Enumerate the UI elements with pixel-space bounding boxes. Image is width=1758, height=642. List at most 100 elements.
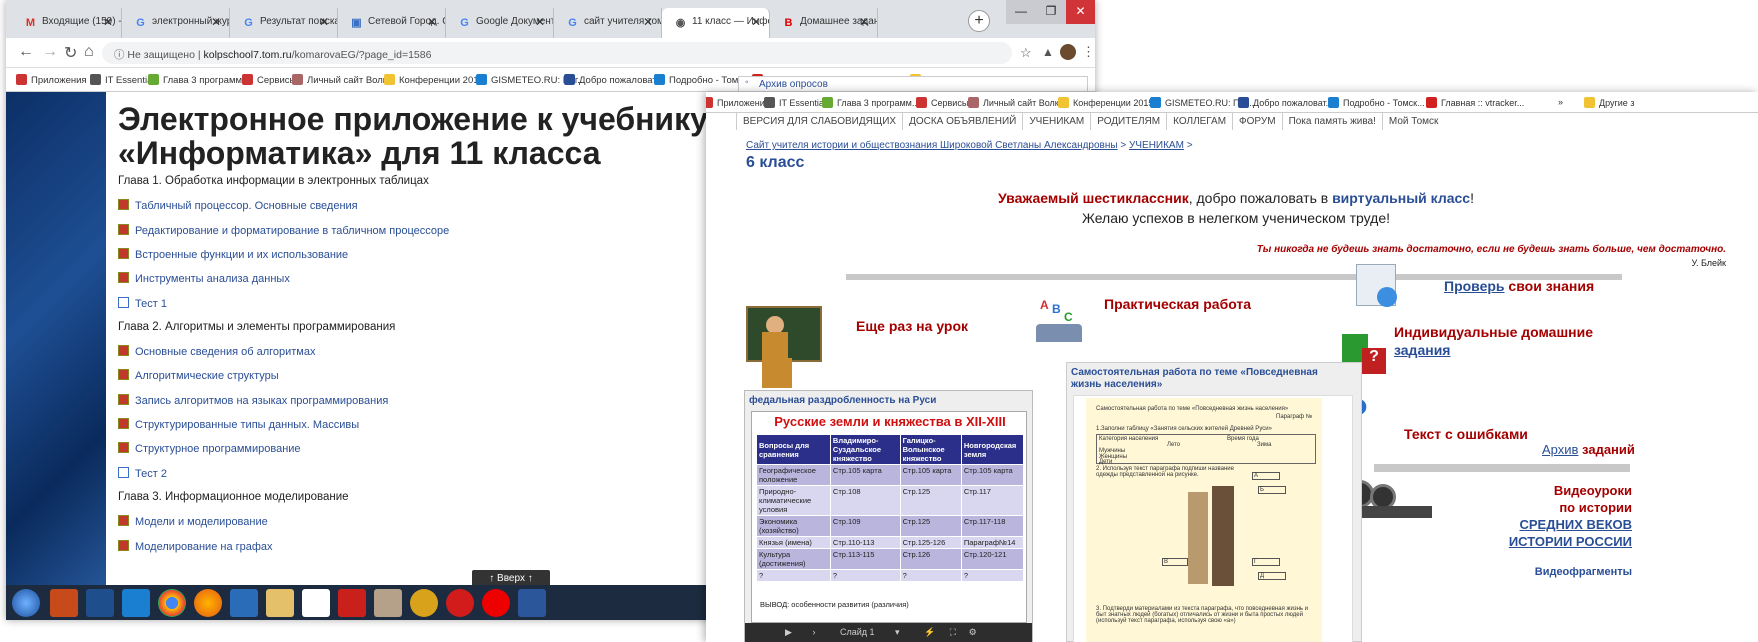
bookmark[interactable]: Сервисы (916, 97, 968, 108)
close-icon[interactable]: ✕ (319, 15, 329, 29)
app-icon[interactable] (374, 589, 402, 617)
menu-item[interactable]: УЧЕНИКАМ (1022, 113, 1090, 130)
bookmark[interactable]: Подробно - Томск... (1328, 97, 1425, 108)
teacher-picture[interactable] (746, 306, 822, 364)
video-russia-link[interactable]: ИСТОРИИ РОССИИ (1486, 533, 1632, 550)
test-link[interactable]: Тест 2 (118, 466, 167, 480)
lesson-link[interactable]: Модели и моделирование (118, 515, 268, 528)
lesson-link[interactable]: Структурное программирование (118, 442, 301, 455)
check-link[interactable]: Проверь (1444, 278, 1505, 294)
new-tab-button[interactable]: + (968, 10, 990, 32)
document-icon[interactable] (302, 589, 330, 617)
browser-tab[interactable]: Gэлектронный журн ✕ (122, 8, 230, 38)
menu-item[interactable]: Пока память жива! (1281, 113, 1382, 130)
next-icon[interactable]: › (812, 627, 815, 637)
test-link[interactable]: Тест 1 (118, 296, 167, 310)
drive-icon[interactable]: ▲ (1042, 45, 1054, 59)
menu-item[interactable]: ВЕРСИЯ ДЛЯ СЛАБОВИДЯЩИХ (736, 113, 902, 130)
errors-link[interactable]: Текст с ошибками (1404, 426, 1528, 442)
lesson-link[interactable]: Структурированные типы данных. Массивы (118, 418, 359, 431)
bookmark[interactable]: Личный сайт Волк... (968, 97, 1066, 108)
pointer-icon[interactable]: ⚡ (924, 627, 935, 637)
app-icon-2[interactable] (410, 589, 438, 617)
document-embed[interactable]: Самостоятельная работа по теме «Повседне… (1066, 362, 1362, 642)
back-icon[interactable]: ← (18, 43, 34, 61)
lesson-link[interactable]: Запись алгоритмов на языках программиров… (118, 393, 388, 407)
abc-book-icon[interactable]: A B C (1036, 298, 1086, 344)
homework-link[interactable]: задания (1394, 342, 1450, 358)
close-icon[interactable]: ✕ (643, 15, 653, 29)
bookmarks-more[interactable]: » (1558, 97, 1563, 107)
hp-icon[interactable] (86, 589, 114, 617)
minimize-button[interactable]: — (1006, 0, 1036, 24)
bookmark[interactable]: Добро пожаловат... (1238, 97, 1333, 108)
close-icon[interactable]: ✕ (535, 15, 545, 29)
browser-tab[interactable]: MВходящие (159) - va✕ (12, 8, 122, 38)
close-icon[interactable]: ✕ (751, 15, 761, 29)
url-input[interactable]: ⓘ Не защищено | kolpschool7.tom.ru/komar… (102, 42, 1012, 64)
word-icon[interactable] (518, 589, 546, 617)
info-icon[interactable]: ⓘ (114, 49, 127, 61)
reload-icon[interactable]: ↻ (64, 43, 77, 63)
bookmark[interactable]: Приложения (16, 74, 87, 86)
breadcrumb-section-link[interactable]: УЧЕНИКАМ (1129, 140, 1184, 151)
browser-tab[interactable]: G Google Документы ✕ (446, 8, 554, 38)
close-icon[interactable]: ✕ (427, 15, 437, 29)
browser-tab[interactable]: ◉11 класс — Инфор✕ (662, 8, 770, 38)
bookmark[interactable]: Конференции 2015 (384, 74, 484, 86)
check-knowledge-icon[interactable] (1356, 264, 1397, 307)
maximize-button[interactable]: ❐ (1036, 0, 1066, 24)
explorer-icon[interactable] (266, 589, 294, 617)
ie-icon[interactable] (122, 589, 150, 617)
lesson-link[interactable]: Еще раз на урок (856, 318, 968, 334)
menu-item[interactable]: ФОРУМ (1232, 113, 1282, 130)
chrome-icon[interactable] (158, 589, 186, 617)
menu-item[interactable]: КОЛЛЕГАМ (1166, 113, 1232, 130)
play-icon[interactable]: ▶ (785, 627, 792, 637)
gear-icon[interactable]: ⚙ (969, 627, 977, 637)
opera-icon[interactable] (446, 589, 474, 617)
bookmark[interactable]: Приложения (706, 97, 770, 108)
browser-tab[interactable]: ▣Сетевой Город. Обр✕ (338, 8, 446, 38)
browser-tab[interactable]: GРезультат поиска G✕ (230, 8, 338, 38)
home-icon[interactable]: ⌂ (84, 43, 94, 61)
chevron-down-icon[interactable]: ▾ (895, 627, 900, 637)
start-button[interactable] (12, 589, 40, 617)
firefox-icon[interactable] (194, 589, 222, 617)
lesson-link[interactable]: Редактирование и форматирование в таблич… (118, 223, 449, 237)
bookmark[interactable]: Добро пожаловат... (564, 74, 664, 86)
archive-link[interactable]: Архив (1542, 442, 1578, 457)
practice-link[interactable]: Практическая работа (1104, 296, 1251, 312)
lesson-link[interactable]: Табличный процессор. Основные сведения (118, 199, 358, 212)
pdf-icon[interactable] (338, 589, 366, 617)
bookmark[interactable]: Личный сайт Волк... (292, 74, 395, 86)
lesson-link[interactable]: Встроенные функции и их использование (118, 247, 348, 261)
yandex-icon[interactable] (482, 589, 510, 617)
lesson-link[interactable]: Моделирование на графах (118, 539, 273, 553)
media-player-icon[interactable] (230, 589, 258, 617)
bookmark[interactable]: Сервисы (242, 74, 296, 86)
close-icon[interactable]: ✕ (211, 15, 221, 29)
video-middle-ages-link[interactable]: СРЕДНИХ ВЕКОВ (1486, 516, 1633, 533)
bookmark[interactable]: IT Essentials (764, 97, 830, 108)
menu-icon[interactable]: ⋮ (1082, 44, 1095, 60)
avatar[interactable] (1060, 44, 1076, 60)
browser-tab[interactable]: Gсайт учителя томск✕ (554, 8, 662, 38)
forward-icon[interactable]: → (42, 43, 58, 61)
close-icon[interactable]: ✕ (103, 15, 113, 29)
menu-item[interactable]: Мой Томск (1381, 113, 1445, 130)
close-icon[interactable]: ✕ (859, 15, 869, 29)
breadcrumb-site-link[interactable]: Сайт учителя истории и обществознания Ши… (746, 140, 1118, 151)
bookmark[interactable]: Главная :: vtracker... (1426, 97, 1524, 108)
video-fragments[interactable]: Видеофрагменты (1486, 566, 1632, 578)
star-icon[interactable]: ☆ (1020, 45, 1032, 61)
menu-item[interactable]: РОДИТЕЛЯМ (1090, 113, 1166, 130)
bookmark[interactable]: Конференции 2015 (1058, 97, 1153, 108)
bookmark[interactable]: Глава 3 программ... (822, 97, 919, 108)
bookmark[interactable]: Другие з (1584, 97, 1634, 108)
menu-item[interactable]: ДОСКА ОБЪЯВЛЕНИЙ (902, 113, 1022, 130)
powerpoint-icon[interactable] (50, 589, 78, 617)
browser-tab[interactable]: BДомашнее задание✕ (770, 8, 878, 38)
dropdown-item[interactable]: ◦ Архив опросов (738, 76, 1088, 92)
fullscreen-icon[interactable]: ⛶ (950, 627, 956, 637)
